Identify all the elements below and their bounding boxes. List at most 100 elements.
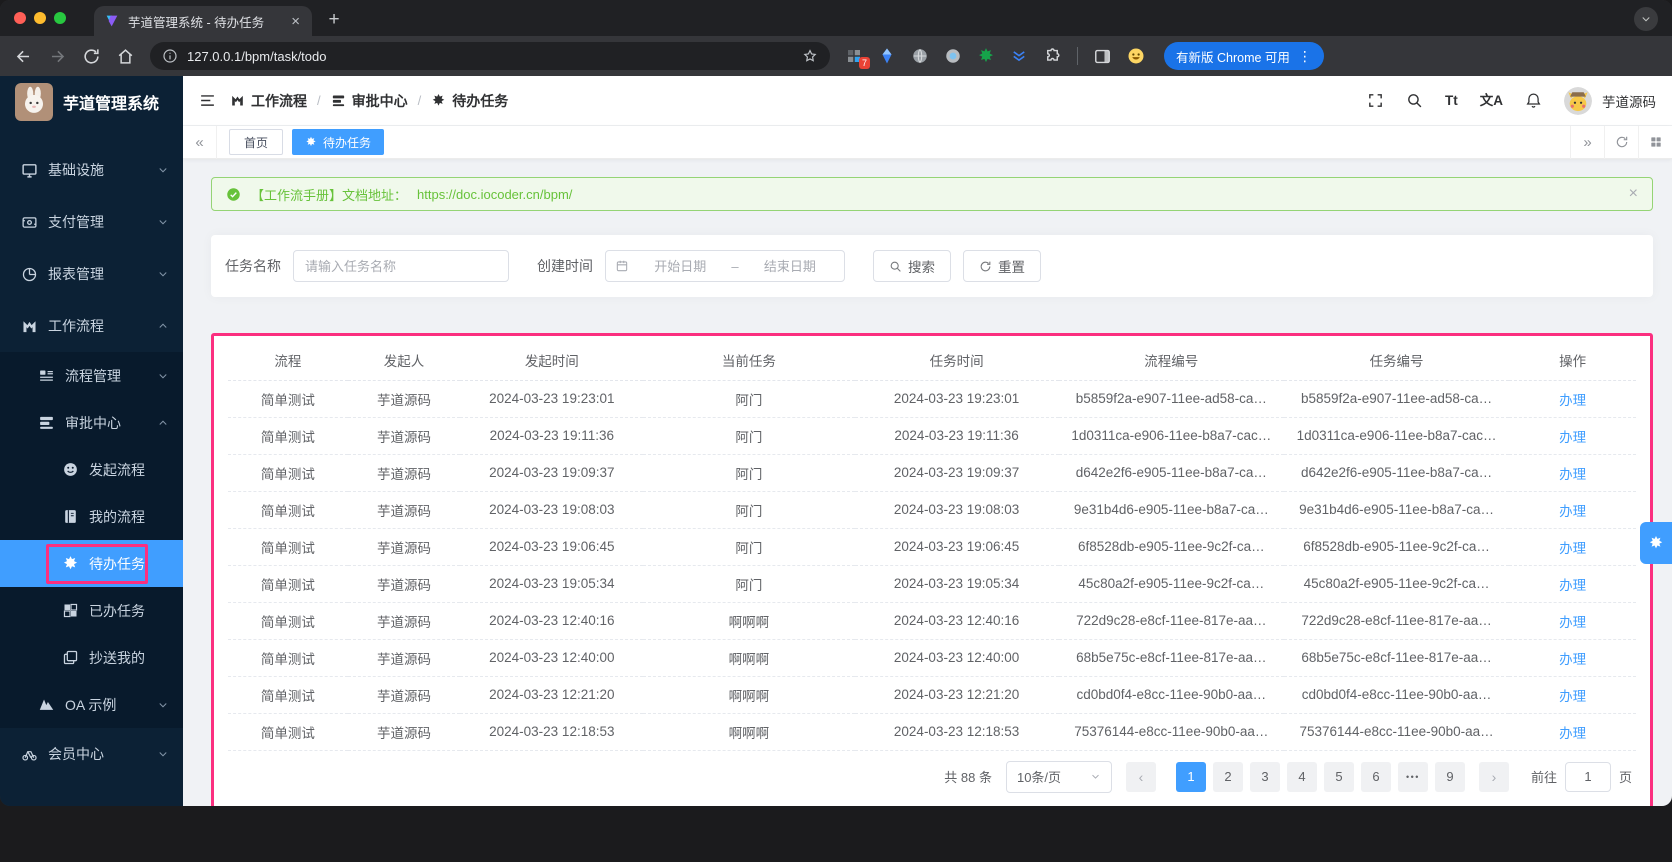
page-button-3[interactable]: 3 (1249, 761, 1280, 792)
new-tab-button[interactable]: + (320, 6, 348, 34)
sidebar-item-member-center[interactable]: 会员中心 (0, 728, 183, 780)
extension-icon[interactable]: 7 (845, 47, 870, 69)
username[interactable]: 芋道源码 (1602, 91, 1656, 111)
alert-close-icon[interactable]: × (1629, 186, 1638, 202)
page-button-1[interactable]: 1 (1175, 761, 1206, 792)
start-date-input[interactable] (635, 258, 726, 274)
reset-button[interactable]: 重置 (963, 250, 1041, 282)
font-size-icon[interactable]: Tt (1445, 94, 1458, 108)
tags-scroll-right-button[interactable]: » (1570, 125, 1604, 159)
user-avatar[interactable] (1564, 86, 1592, 115)
site-info-icon[interactable] (162, 48, 178, 64)
more-pages-button[interactable]: ••• (1397, 761, 1428, 792)
handle-task-link[interactable]: 办理 (1559, 615, 1586, 630)
sidebar-item-report-management[interactable]: 报表管理 (0, 248, 183, 300)
notification-bell-icon[interactable] (1525, 92, 1542, 109)
address-bar[interactable]: 127.0.0.1/bpm/task/todo (150, 42, 830, 70)
bookmark-star-icon[interactable] (802, 48, 818, 64)
home-button[interactable] (116, 47, 135, 66)
page-button-5[interactable]: 5 (1323, 761, 1354, 792)
tag-todo-tasks[interactable]: 待办任务 (292, 129, 385, 155)
tag-home[interactable]: 首页 (229, 129, 284, 155)
theme-settings-button[interactable] (1640, 522, 1672, 564)
search-icon[interactable] (1406, 92, 1423, 109)
chevron-down-icon (157, 268, 169, 280)
maximize-window-button[interactable] (54, 12, 66, 24)
browser-tab[interactable]: 芋道管理系统 - 待办任务 × (94, 6, 312, 36)
profile-emoji-avatar[interactable] (1127, 47, 1145, 65)
sidebar-item-process-management[interactable]: 流程管理 (0, 352, 183, 399)
back-button[interactable] (14, 47, 33, 66)
tags-scroll-left-button[interactable]: « (183, 125, 217, 159)
table-cell: 简单测试 (228, 602, 348, 640)
table-row: 简单测试 芋道源码 2024-03-23 12:40:00 啊啊啊 2024-03-23… (228, 639, 1636, 677)
minimize-window-button[interactable] (34, 12, 46, 24)
extension-kite-icon[interactable] (878, 47, 896, 65)
page-button-4[interactable]: 4 (1286, 761, 1317, 792)
sidebar-item-workflow[interactable]: 工作流程 (0, 300, 183, 352)
close-window-button[interactable] (14, 12, 26, 24)
close-tab-icon[interactable]: × (289, 13, 302, 30)
handle-task-link[interactable]: 办理 (1559, 726, 1586, 741)
handle-task-link[interactable]: 办理 (1559, 652, 1586, 667)
sidebar-item-oa-example[interactable]: OA 示例 (0, 681, 183, 728)
reload-button[interactable] (82, 47, 101, 66)
sidebar-item-cc-to-me[interactable]: 抄送我的 (0, 634, 183, 681)
page-button-6[interactable]: 6 (1360, 761, 1391, 792)
breadcrumb-item[interactable]: 待办任务 (431, 91, 508, 111)
forward-button[interactable] (48, 47, 67, 66)
browser-menu-icon[interactable]: ⋮ (1298, 48, 1312, 65)
chevron-up-icon (157, 417, 169, 429)
handle-task-link[interactable]: 办理 (1559, 504, 1586, 519)
locale-icon[interactable]: 文A (1480, 94, 1503, 108)
breadcrumb-item[interactable]: 工作流程 (230, 91, 307, 111)
window-controls (14, 0, 66, 36)
task-name-input[interactable] (293, 250, 509, 282)
sidebar-item-payment-management[interactable]: 支付管理 (0, 196, 183, 248)
page-size-select[interactable]: 10条/页 (1005, 760, 1112, 793)
next-page-button[interactable]: › (1478, 761, 1509, 792)
handle-task-link[interactable]: 办理 (1559, 467, 1586, 482)
page-button-9[interactable]: 9 (1434, 761, 1465, 792)
layout-grid-button[interactable] (1638, 125, 1672, 159)
prev-page-button[interactable]: ‹ (1125, 761, 1156, 792)
action-cell: 办理 (1509, 602, 1636, 640)
sidebar-item-approval-center[interactable]: 审批中心 (0, 399, 183, 446)
create-time-range-picker[interactable]: – (605, 250, 845, 282)
breadcrumb-item[interactable]: 审批中心 (331, 91, 408, 111)
handle-task-link[interactable]: 办理 (1559, 689, 1586, 704)
sidebar-item-my-process[interactable]: 我的流程 (0, 493, 183, 540)
fullscreen-icon[interactable] (1367, 92, 1384, 109)
extension-flower-icon[interactable] (977, 47, 995, 65)
workflow-doc-alert: 【工作流手册】文档地址： https://doc.iocoder.cn/bpm/… (211, 177, 1653, 211)
column-header: 发起时间 (460, 340, 644, 381)
column-header: 发起人 (347, 340, 461, 381)
sidebar-item-initiate-process[interactable]: 发起流程 (0, 446, 183, 493)
table-cell: 2024-03-23 19:11:36 (460, 417, 644, 455)
goto-page-input[interactable] (1564, 761, 1611, 792)
sidebar-item-infrastructure[interactable]: 基础设施 (0, 144, 183, 196)
handle-task-link[interactable]: 办理 (1559, 393, 1586, 408)
page-button-2[interactable]: 2 (1212, 761, 1243, 792)
extension-chevrons-icon[interactable] (1010, 47, 1028, 65)
chrome-update-button[interactable]: 有新版 Chrome 可用 ⋮ (1164, 42, 1324, 70)
search-button[interactable]: 搜索 (873, 250, 951, 282)
end-date-input[interactable] (744, 258, 836, 274)
handle-task-link[interactable]: 办理 (1559, 578, 1586, 593)
sidebar-item-done-tasks[interactable]: 已办任务 (0, 587, 183, 634)
alert-link[interactable]: https://doc.iocoder.cn/bpm/ (417, 187, 572, 202)
action-cell: 办理 (1509, 565, 1636, 603)
handle-task-link[interactable]: 办理 (1559, 541, 1586, 556)
table-cell: 2024-03-23 12:21:20 (854, 676, 1059, 714)
handle-task-link[interactable]: 办理 (1559, 430, 1586, 445)
sidebar-item-todo-tasks[interactable]: 待办任务 (0, 540, 183, 587)
extension-circle-icon[interactable] (944, 47, 962, 65)
collapse-menu-icon[interactable] (199, 92, 216, 109)
sidebar-item-label: 抄送我的 (89, 649, 145, 666)
app-logo-row[interactable]: 芋道管理系统 (0, 76, 183, 128)
tab-search-button[interactable] (1634, 7, 1658, 31)
extension-globe-icon[interactable] (911, 47, 929, 65)
extensions-puzzle-icon[interactable] (1043, 47, 1062, 66)
refresh-page-button[interactable] (1604, 125, 1638, 159)
side-panel-icon[interactable] (1093, 47, 1112, 66)
